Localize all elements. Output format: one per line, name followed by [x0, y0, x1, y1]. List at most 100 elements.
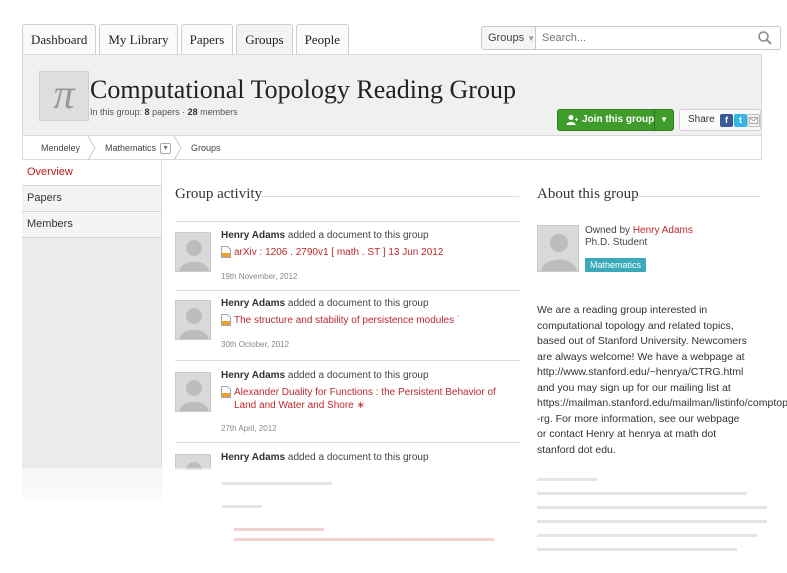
document-link[interactable]: Alexander Duality for Functions : the Pe… — [234, 386, 519, 412]
member-count-label: members — [200, 107, 238, 117]
join-group-label: Join this group — [582, 114, 655, 125]
activity-text: Henry Adams added a document to this gro… — [221, 230, 429, 241]
activity-date: 27th April, 2012 — [221, 424, 277, 433]
activity-action: added a document to this group — [287, 370, 429, 381]
activity-text: Henry Adams added a document to this gro… — [221, 298, 429, 309]
group-activity-heading: Group activity — [175, 186, 263, 202]
divider — [175, 360, 520, 361]
activity-date: 30th October, 2012 — [221, 340, 290, 349]
avatar[interactable] — [175, 232, 211, 272]
sidebar: Overview Papers Members — [22, 160, 162, 500]
main-tabs: Dashboard My Library Papers Groups Peopl… — [22, 24, 352, 55]
divider — [175, 221, 520, 222]
activity-text: Henry Adams added a document to this gro… — [221, 370, 429, 381]
activity-item: Henry Adams added a document to this gro… — [175, 224, 520, 288]
document-icon — [221, 386, 231, 398]
twitter-icon[interactable]: t — [734, 114, 747, 127]
tab-dashboard[interactable]: Dashboard — [22, 24, 97, 54]
activity-action: added a document to this group — [287, 230, 429, 241]
owned-by-label: Owned by — [585, 225, 631, 236]
description-line: are always welcome! We have a webpage at — [537, 350, 745, 363]
divider — [175, 290, 520, 291]
breadcrumb-mathematics[interactable]: Mathematics ▼ — [105, 136, 172, 160]
group-meta: In this group: 8 papers · 28 members — [90, 107, 238, 117]
discipline-tag[interactable]: Mathematics — [585, 258, 647, 272]
share-label: Share — [688, 114, 715, 125]
join-group-button[interactable]: Join this group ▼ — [557, 109, 674, 131]
button-divider — [654, 110, 655, 130]
owner-role: Ph.D. Student — [585, 237, 648, 248]
group-meta-prefix: In this group: — [90, 107, 143, 117]
tab-papers[interactable]: Papers — [180, 24, 234, 54]
avatar[interactable] — [175, 372, 211, 412]
breadcrumb-separator-icon — [173, 136, 182, 160]
divider — [637, 196, 760, 197]
activity-text: Henry Adams added a document to this gro… — [221, 452, 429, 463]
top-nav: Dashboard My Library Papers Groups Peopl… — [22, 24, 781, 55]
owner-avatar[interactable] — [537, 225, 579, 272]
description-line: computational topology and related topic… — [537, 319, 734, 332]
description-line: or contact Henry at henrya at math dot — [537, 428, 717, 440]
reflection-ghost — [537, 506, 767, 509]
breadcrumb-mendeley[interactable]: Mendeley — [41, 136, 80, 160]
chevron-down-icon[interactable]: ▼ — [660, 110, 668, 130]
user-link[interactable]: Henry Adams — [221, 370, 285, 381]
document-icon — [221, 246, 231, 258]
meta-separator: · — [182, 107, 186, 117]
breadcrumb-groups[interactable]: Groups — [191, 136, 221, 160]
search-input[interactable] — [536, 26, 781, 50]
facebook-icon[interactable]: f — [720, 114, 733, 127]
tab-groups[interactable]: Groups — [236, 24, 293, 55]
user-link[interactable]: Henry Adams — [221, 298, 285, 309]
reflection-ghost — [222, 482, 332, 485]
sidebar-item-papers[interactable]: Papers — [22, 186, 161, 212]
description-line: https://mailman.stanford.edu/mailman/lis… — [537, 397, 787, 409]
activity-action: added a document to this group — [287, 452, 429, 463]
user-link[interactable]: Henry Adams — [221, 452, 285, 463]
breadcrumb-mathematics-label: Mathematics — [105, 143, 157, 153]
activity-action: added a document to this group — [287, 298, 429, 309]
sidebar-item-members[interactable]: Members — [22, 212, 161, 238]
description-line: We are a reading group interested in — [537, 304, 708, 316]
description-line: based out of Stanford University. Newcom… — [537, 335, 747, 347]
divider — [261, 196, 519, 197]
divider — [175, 442, 520, 443]
paper-count: 8 — [144, 107, 150, 117]
description-line: stanford dot edu. — [537, 443, 616, 456]
page-title: Computational Topology Reading Group — [90, 75, 516, 104]
activity-item: Henry Adams added a document to this gro… — [175, 446, 520, 470]
group-icon: π — [39, 71, 89, 121]
tab-people[interactable]: People — [295, 24, 349, 54]
document-icon — [221, 314, 231, 326]
breadcrumb: Mendeley Mathematics ▼ Groups — [22, 136, 762, 160]
owner-link[interactable]: Henry Adams — [633, 225, 693, 236]
activity-item: Henry Adams added a document to this gro… — [175, 364, 520, 438]
description-line: -rg. For more information, see our webpa… — [537, 412, 740, 425]
tab-my-library[interactable]: My Library — [99, 24, 178, 54]
user-link[interactable]: Henry Adams — [221, 230, 285, 241]
search-bar: Groups ▼ — [481, 26, 781, 50]
reflection-ghost — [537, 478, 597, 481]
chevron-down-icon[interactable]: ▼ — [160, 143, 172, 155]
reflection-ghost — [234, 528, 324, 531]
document-link[interactable]: The structure and stability of persisten… — [234, 314, 519, 327]
share-button[interactable]: Share f t — [679, 109, 761, 131]
search-scope-select[interactable]: Groups ▼ — [481, 26, 536, 50]
activity-date: 19th November, 2012 — [221, 272, 298, 281]
avatar[interactable] — [175, 300, 211, 340]
reflection-ghost — [537, 492, 747, 495]
sidebar-item-overview[interactable]: Overview — [22, 160, 161, 186]
reflection-ghost — [222, 505, 262, 508]
breadcrumb-separator-icon — [87, 136, 96, 160]
group-header: π Computational Topology Reading Group I… — [22, 54, 762, 136]
search-icon[interactable] — [757, 30, 773, 46]
member-count: 28 — [187, 107, 198, 117]
reflection-ghost — [537, 548, 737, 551]
document-link[interactable]: arXiv : 1206 . 2790v1 [ math . ST ] 13 J… — [234, 246, 519, 259]
group-description: We are a reading group interested in com… — [537, 303, 787, 458]
search-scope-label: Groups — [488, 32, 525, 44]
description-line: and you may sign up for our mailing list… — [537, 381, 731, 394]
email-icon[interactable] — [747, 114, 760, 127]
chevron-down-icon: ▼ — [527, 34, 535, 43]
paper-count-label: papers — [152, 107, 180, 117]
